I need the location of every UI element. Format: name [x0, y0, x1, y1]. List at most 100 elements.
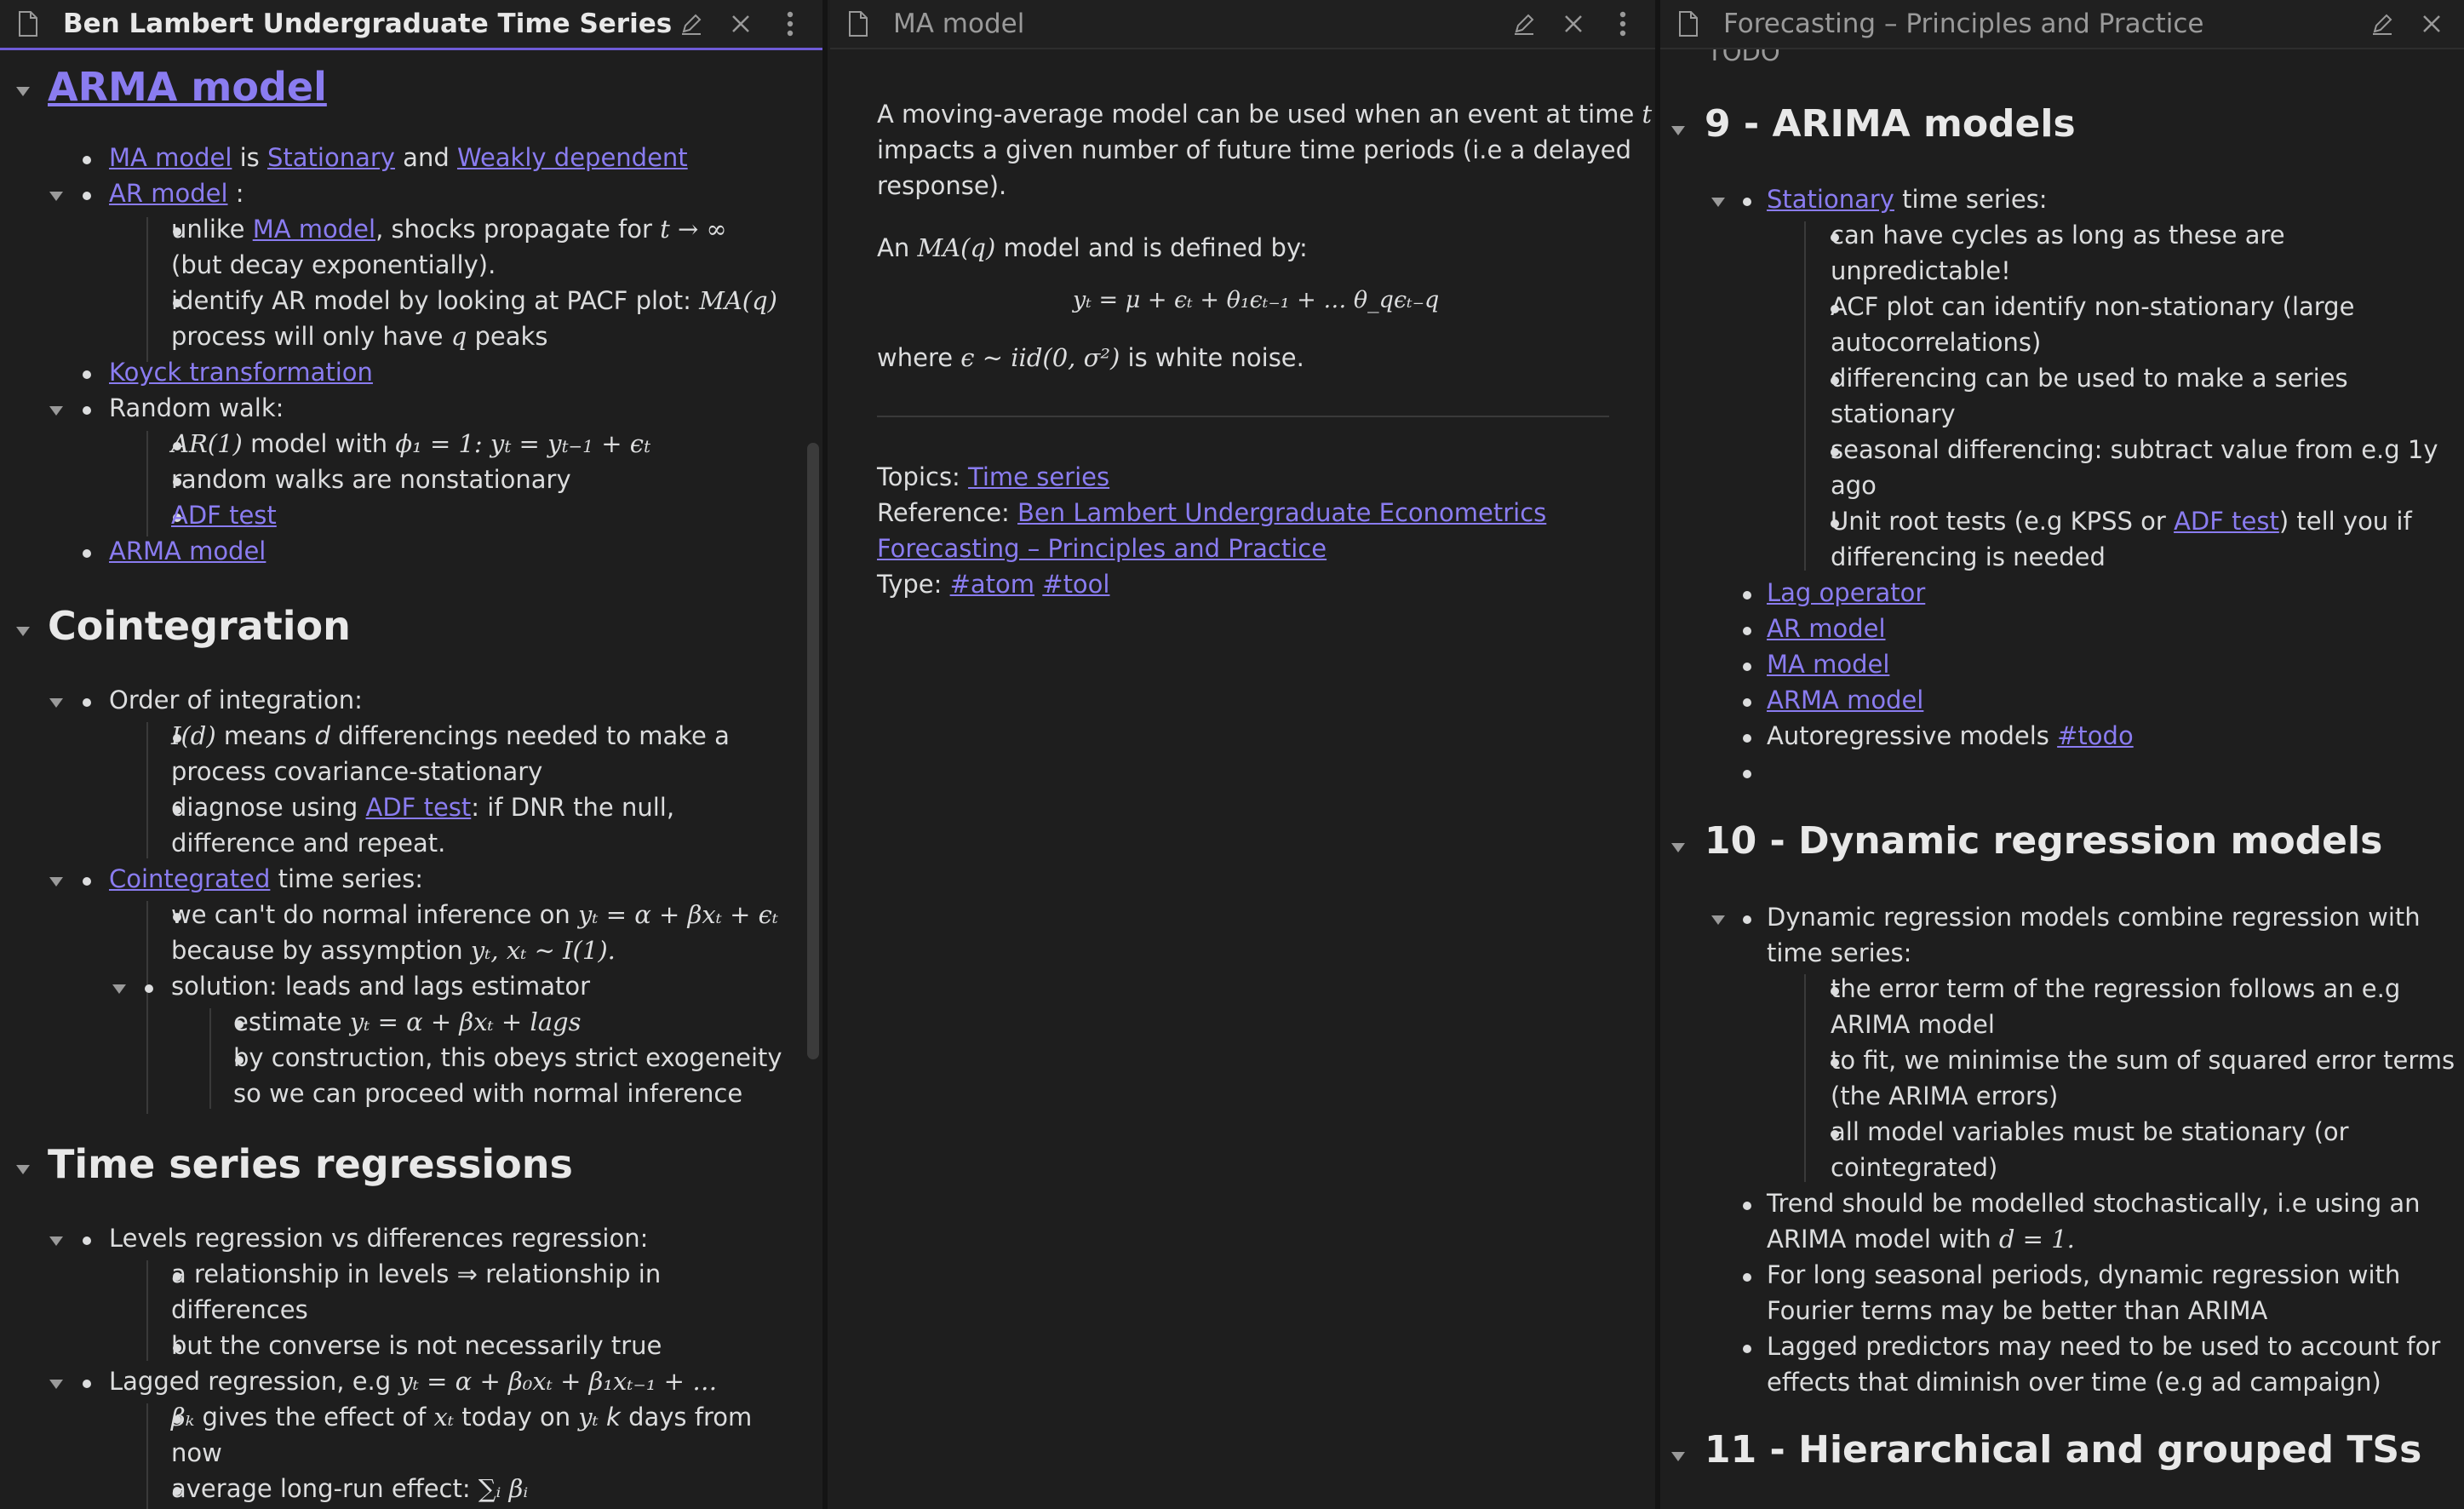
collapse-arrow-icon[interactable]	[49, 192, 63, 201]
edit-icon[interactable]	[676, 9, 707, 39]
list-item: identify AR model by looking at PACF plo…	[171, 286, 777, 315]
paragraph-line: A moving-average model can be used when …	[877, 100, 1653, 129]
horizontal-rule	[877, 416, 1609, 417]
list-item: Trend should be modelled stochastically,…	[1767, 1189, 2421, 1218]
list-item: Order of integration:	[109, 686, 363, 714]
list-item: Lagged regression, e.g yₜ = α + β₀xₜ + β…	[109, 1367, 718, 1396]
list-item-continued: so we can proceed with normal inference	[233, 1079, 743, 1108]
list-item: Random walk:	[109, 393, 284, 422]
list-item-continued: process will only have q peaks	[171, 322, 548, 351]
tab-header[interactable]: Ben Lambert Undergraduate Time Series	[0, 0, 822, 50]
collapse-arrow-icon[interactable]	[16, 627, 30, 636]
collapse-arrow-icon[interactable]	[49, 1380, 63, 1389]
collapse-arrow-icon[interactable]	[16, 1165, 30, 1174]
indent-guide	[146, 1260, 148, 1361]
pane-divider[interactable]	[822, 0, 828, 1509]
heading-arma-model[interactable]: ARMA model	[48, 64, 327, 110]
collapse-arrow-icon[interactable]	[49, 406, 63, 416]
paragraph-line: An MA(q) model and is defined by:	[877, 233, 1308, 262]
link-ma-model[interactable]: MA model	[253, 215, 375, 244]
list-item: Stationary time series:	[1767, 185, 2048, 214]
collapse-arrow-icon[interactable]	[16, 87, 30, 96]
link-weakly-dependent[interactable]: Weakly dependent	[457, 143, 688, 172]
link-stationary[interactable]: Stationary	[1767, 185, 1894, 214]
list-item: βₖ gives the effect of xₜ today on yₜ k …	[171, 1403, 753, 1432]
close-icon[interactable]	[2416, 9, 2447, 39]
link-ben-lambert-econometrics[interactable]: Ben Lambert Undergraduate Econometrics	[1017, 498, 1546, 527]
indent-guide	[209, 1008, 211, 1109]
collapse-arrow-icon[interactable]	[1711, 198, 1725, 207]
link-adf-test[interactable]: ADF test	[366, 793, 472, 822]
collapse-arrow-icon[interactable]	[112, 984, 126, 994]
close-icon[interactable]	[725, 9, 756, 39]
list-item: unlike MA model, shocks propagate for t …	[171, 215, 727, 244]
collapse-arrow-icon[interactable]	[1671, 843, 1685, 852]
list-bullet	[83, 156, 91, 164]
tag-tool[interactable]: #tool	[1042, 570, 1109, 599]
list-item: Lag operator	[1767, 578, 1925, 607]
close-icon[interactable]	[1558, 9, 1589, 39]
paragraph-line: impacts a given number of future time pe…	[877, 135, 1632, 164]
list-bullet	[83, 406, 91, 415]
list-bullet	[83, 698, 91, 707]
list-item: For long seasonal periods, dynamic regre…	[1767, 1260, 2401, 1289]
tab-header[interactable]: MA model	[830, 0, 1655, 49]
list-item-continued: process covariance-stationary	[171, 757, 543, 786]
collapse-arrow-icon[interactable]	[49, 1236, 63, 1246]
link-koyck-transformation[interactable]: Koyck transformation	[109, 358, 373, 387]
list-item: by construction, this obeys strict exoge…	[233, 1043, 782, 1072]
edit-icon[interactable]	[1509, 9, 1539, 39]
list-bullet	[145, 984, 153, 993]
list-item: solution: leads and lags estimator	[171, 972, 591, 1001]
list-item: the error term of the regression follows…	[1831, 974, 2401, 1003]
indent-guide	[146, 722, 148, 858]
link-adf-test[interactable]: ADF test	[2174, 507, 2279, 536]
link-time-series[interactable]: Time series	[968, 462, 1109, 491]
link-adf-test[interactable]: ADF test	[171, 501, 277, 530]
list-bullet	[83, 877, 91, 886]
list-bullet	[1743, 591, 1751, 600]
list-item-continued: ago	[1831, 471, 1877, 500]
link-arma-model[interactable]: ARMA model	[1767, 686, 1923, 714]
list-item: a relationship in levels ⇒ relationship …	[171, 1259, 662, 1288]
list-item-continued: now	[171, 1438, 222, 1467]
link-ar-model[interactable]: AR model	[1767, 614, 1886, 643]
collapse-arrow-icon[interactable]	[1671, 126, 1685, 135]
list-item-continued: time series:	[1767, 938, 1912, 967]
list-item: estimate yₜ = α + βxₜ + lags	[233, 1007, 582, 1036]
link-ar-model[interactable]: AR model	[109, 179, 228, 208]
heading-11-hierarchical-grouped: 11 - Hierarchical and grouped TSs	[1705, 1428, 2422, 1472]
scrollbar[interactable]	[807, 443, 819, 1059]
collapse-arrow-icon[interactable]	[1671, 1452, 1685, 1461]
tab-header[interactable]: Forecasting – Principles and Practice	[1660, 0, 2464, 49]
edit-icon[interactable]	[2367, 9, 2398, 39]
list-bullet-empty[interactable]	[1743, 770, 1751, 778]
collapse-arrow-icon[interactable]	[49, 698, 63, 708]
link-stationary[interactable]: Stationary	[267, 143, 395, 172]
tag-atom[interactable]: #atom	[950, 570, 1034, 599]
link-arma-model[interactable]: ARMA model	[109, 536, 266, 565]
link-lag-operator[interactable]: Lag operator	[1767, 578, 1925, 607]
tag-todo[interactable]: #todo	[2057, 721, 2134, 750]
list-item: all model variables must be stationary (…	[1831, 1117, 2349, 1146]
tab-title: MA model	[893, 9, 1025, 39]
collapse-arrow-icon[interactable]	[1711, 915, 1725, 925]
link-ma-model[interactable]: MA model	[1767, 650, 1889, 679]
collapse-arrow-icon[interactable]	[49, 877, 63, 886]
paragraph-line: where ϵ ∼ iid(0, σ²) is white noise.	[877, 343, 1304, 372]
more-options-icon[interactable]	[775, 9, 805, 39]
heading-cointegration: Cointegration	[48, 603, 351, 649]
document-icon	[19, 11, 37, 37]
list-bullet	[83, 1236, 91, 1245]
list-item: ACF plot can identify non-stationary (la…	[1831, 292, 2355, 321]
list-bullet	[1743, 915, 1751, 924]
link-ma-model[interactable]: MA model	[109, 143, 232, 172]
list-item: Koyck transformation	[109, 358, 373, 387]
list-bullet	[83, 370, 91, 379]
link-forecasting-principles[interactable]: Forecasting – Principles and Practice	[877, 534, 1327, 563]
more-options-icon[interactable]	[1607, 9, 1638, 39]
list-item: but the converse is not necessarily true	[171, 1331, 662, 1360]
link-cointegrated[interactable]: Cointegrated	[109, 864, 270, 893]
list-bullet	[1743, 698, 1751, 707]
list-item: Cointegrated time series:	[109, 864, 423, 893]
